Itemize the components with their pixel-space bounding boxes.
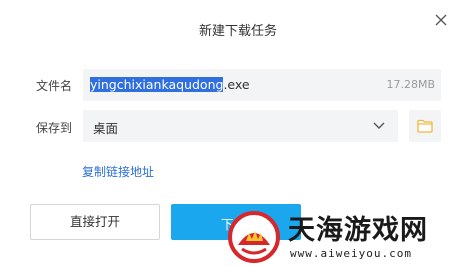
filename-selected-text: yingchixiankaqudong <box>90 77 224 92</box>
new-download-dialog: 新建下载任务 文件名 yingchixiankaqudong.exe 17.28… <box>0 0 476 267</box>
filename-label: 文件名 <box>36 79 73 93</box>
open-directly-button[interactable]: 直接打开 <box>30 204 160 240</box>
filename-text[interactable]: yingchixiankaqudong.exe <box>90 77 250 92</box>
site-watermark: 天海游戏网 www.aiweiyou.com <box>226 203 476 267</box>
save-to-label: 保存到 <box>36 121 73 135</box>
dialog-title: 新建下载任务 <box>198 24 277 39</box>
browse-folder-button[interactable] <box>409 110 441 142</box>
copy-link-address[interactable]: 复制链接地址 <box>82 163 154 180</box>
close-icon <box>435 14 447 26</box>
save-path-value: 桌面 <box>93 121 119 136</box>
save-path-select[interactable]: 桌面 <box>83 110 398 142</box>
filename-field[interactable]: yingchixiankaqudong.exe 17.28MB <box>83 69 441 101</box>
close-button[interactable] <box>434 13 448 27</box>
folder-icon <box>417 119 433 133</box>
open-directly-label: 直接打开 <box>69 214 120 229</box>
file-size: 17.28MB <box>386 78 435 91</box>
watermark-url: www.aiweiyou.com <box>290 247 412 260</box>
site-logo-icon <box>228 211 280 263</box>
filename-extension: .exe <box>223 77 250 92</box>
chevron-down-icon <box>372 120 386 132</box>
watermark-title: 天海游戏网 <box>288 215 428 246</box>
